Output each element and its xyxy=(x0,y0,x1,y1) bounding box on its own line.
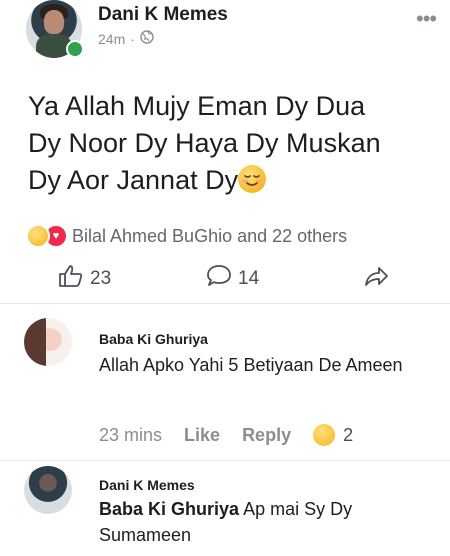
share-button[interactable] xyxy=(364,264,390,294)
comment-author-name[interactable]: Baba Ki Ghuriya xyxy=(99,331,208,347)
comment-button[interactable]: 14 xyxy=(206,264,259,294)
meta-separator: · xyxy=(130,30,135,47)
divider xyxy=(0,460,450,461)
online-status-dot xyxy=(66,40,84,58)
post-meta: 24m · xyxy=(98,30,154,47)
reactions-summary[interactable]: ♥ Bilal Ahmed BuGhio and 22 others xyxy=(26,224,347,248)
post-text-line: Dy Noor Dy Haya Dy Muskan xyxy=(28,128,381,158)
share-arrow-icon xyxy=(364,264,390,294)
comment-bubble-icon xyxy=(206,264,232,294)
comment-meta: 23 mins Like Reply 2 xyxy=(99,424,353,446)
haha-reaction-icon[interactable] xyxy=(313,424,336,446)
post-text-line: Ya Allah Mujy Eman Dy Dua xyxy=(28,91,366,121)
post-text-line: Dy Aor Jannat Dy xyxy=(28,162,438,199)
relieved-face-emoji xyxy=(238,165,267,193)
post-time[interactable]: 24m xyxy=(98,31,125,47)
comment-count: 14 xyxy=(238,268,260,289)
comment-author-avatar[interactable] xyxy=(24,318,72,366)
comment-reaction-count[interactable]: 2 xyxy=(343,425,353,446)
reactions-text[interactable]: Bilal Ahmed BuGhio and 22 others xyxy=(72,226,347,247)
post-text: Ya Allah Mujy Eman Dy Dua Dy Noor Dy Hay… xyxy=(28,88,438,199)
comment-author-name[interactable]: Dani K Memes xyxy=(99,477,195,493)
comment-like-button[interactable]: Like xyxy=(184,425,220,446)
post-author-name[interactable]: Dani K Memes xyxy=(98,4,228,26)
comment-mention[interactable]: Baba Ki Ghuriya xyxy=(99,499,239,519)
post-text-segment: Dy Aor Jannat Dy xyxy=(28,165,239,195)
globe-icon xyxy=(140,30,154,47)
avatar-face xyxy=(44,10,64,34)
like-count: 23 xyxy=(90,268,112,289)
comment-reply-button[interactable]: Reply xyxy=(242,425,291,446)
ellipsis-icon[interactable]: ••• xyxy=(416,6,437,32)
comment-text: Baba Ki Ghuriya Ap mai Sy Dy Sumameen xyxy=(99,496,429,548)
haha-reaction-icon xyxy=(26,224,50,248)
divider xyxy=(0,303,450,304)
comment-author-avatar[interactable] xyxy=(24,466,72,514)
like-button[interactable]: 23 xyxy=(58,264,111,294)
comment-time[interactable]: 23 mins xyxy=(99,425,162,446)
comment-text: Allah Apko Yahi 5 Betiyaan De Ameen xyxy=(99,355,403,375)
avatar-hair xyxy=(24,318,46,366)
thumbs-up-icon xyxy=(58,264,84,294)
